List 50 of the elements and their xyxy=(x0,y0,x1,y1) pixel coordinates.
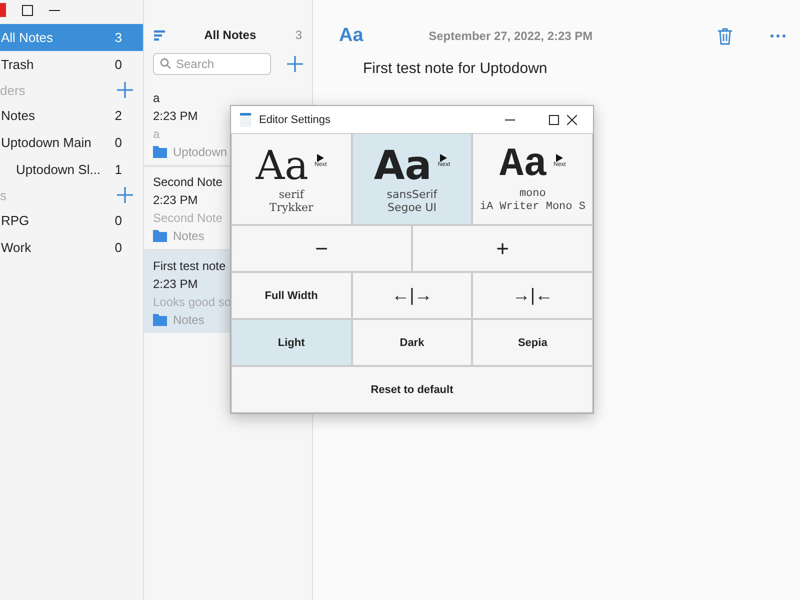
note-title: First test note xyxy=(153,258,226,275)
note-preview: Second Note xyxy=(153,210,222,227)
maximize-icon[interactable] xyxy=(22,4,33,16)
width-button[interactable]: →|← xyxy=(472,272,593,319)
add-icon[interactable] xyxy=(287,56,303,72)
maximize-icon[interactable] xyxy=(549,114,559,124)
add-icon[interactable] xyxy=(117,82,133,98)
theme-button[interactable]: Light xyxy=(231,319,352,366)
sort-icon[interactable] xyxy=(154,30,165,40)
folder-name: Notes xyxy=(173,312,204,329)
note-title: Second Note xyxy=(153,174,222,191)
sidebar-item[interactable]: Uptodown Main 0 xyxy=(0,129,143,156)
font-size-button[interactable]: + xyxy=(412,225,593,272)
folder-icon xyxy=(153,146,167,158)
folder-icon xyxy=(153,230,167,242)
app-icon xyxy=(240,112,251,126)
trash-icon[interactable] xyxy=(718,28,732,44)
next-icon xyxy=(317,154,324,162)
folder-icon xyxy=(153,314,167,326)
sidebar-item[interactable]: Uptodown Sl... 1 xyxy=(0,156,143,183)
section-title: ders xyxy=(0,82,26,98)
theme-button[interactable]: Sepia xyxy=(472,319,593,366)
note-text[interactable]: First test note for Uptodown xyxy=(313,46,800,77)
sidebar-item[interactable]: RPG 0 xyxy=(0,207,143,234)
width-button[interactable]: Full Width xyxy=(231,272,352,319)
theme-button[interactable]: Dark xyxy=(352,319,472,366)
sidebar-item[interactable]: Trash 0 xyxy=(0,51,143,78)
add-icon[interactable] xyxy=(117,187,133,203)
folder-name: Notes xyxy=(173,228,204,245)
search-field[interactable]: Search xyxy=(153,53,271,75)
font-size-button[interactable]: − xyxy=(231,225,412,272)
list-title: All Notes xyxy=(203,28,258,42)
note-preview: a xyxy=(153,126,160,143)
note-time: 2:23 PM xyxy=(153,108,198,125)
search-icon xyxy=(160,58,171,69)
note-date: September 27, 2022, 2:23 PM xyxy=(428,29,594,43)
section-title: s xyxy=(0,188,6,202)
folder-name: Uptodown xyxy=(173,144,228,161)
note-title: a xyxy=(153,90,160,107)
sidebar-item[interactable]: Notes 2 xyxy=(0,102,143,129)
more-icon[interactable] xyxy=(770,34,786,38)
next-icon xyxy=(556,154,564,162)
note-count: 3 xyxy=(295,28,302,42)
font-button[interactable]: Aa xyxy=(339,25,364,47)
note-time: 2:23 PM xyxy=(153,192,198,209)
next-icon xyxy=(440,154,448,162)
note-time: 2:23 PM xyxy=(153,276,198,293)
width-button[interactable]: ←|→ xyxy=(352,272,472,319)
sidebar-item[interactable]: Work 0 xyxy=(0,234,143,261)
reset-button[interactable]: Reset to default xyxy=(231,366,593,413)
